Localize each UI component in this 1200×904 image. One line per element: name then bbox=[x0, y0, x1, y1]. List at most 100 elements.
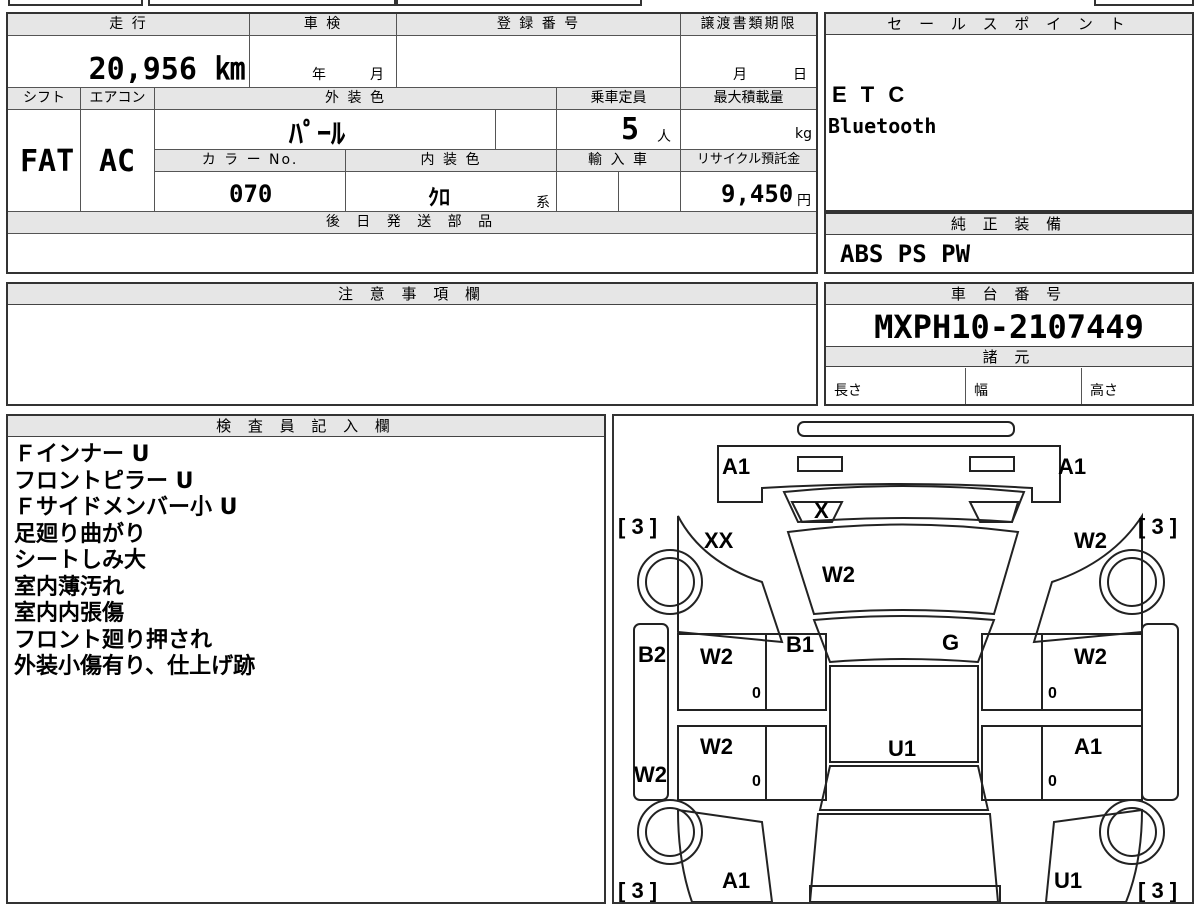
inspector-notes-box: 検 査 員 記 入 欄 Ｆインナー U フロントピラー U Ｆサイドメンバー小 … bbox=[6, 414, 606, 904]
diag-b1: B1 bbox=[786, 632, 814, 657]
transfer-day-label: 日 bbox=[793, 67, 807, 83]
shift-label: シフト bbox=[8, 88, 81, 110]
height-label: 高さ bbox=[1090, 383, 1118, 399]
interior-color-suffix: 系 bbox=[536, 195, 550, 211]
diag-x: X bbox=[814, 498, 829, 523]
interior-color-cell: ｸﾛ 系 bbox=[346, 172, 557, 212]
diag-xx: XX bbox=[704, 528, 734, 553]
dimensions-header: 諸 元 bbox=[826, 346, 1192, 367]
diag-a1-fl: A1 bbox=[722, 454, 750, 479]
inspector-note: 外装小傷有り、仕上げ跡 bbox=[14, 654, 256, 679]
interior-color-label: 内 装 色 bbox=[346, 150, 557, 172]
diag-tire-fr: [ 3 ] bbox=[1138, 514, 1177, 539]
notes-header: 注 意 事 項 欄 bbox=[8, 284, 816, 305]
top-stub bbox=[148, 0, 396, 6]
width-cell: 幅 bbox=[966, 368, 1082, 404]
mileage-cell: 20,956 ㎞ bbox=[8, 36, 250, 88]
diag-u1-roof: U1 bbox=[888, 736, 916, 761]
ac-cell: AC bbox=[81, 110, 155, 212]
sales-points-header: セ ー ル ス ポ イ ン ト bbox=[826, 14, 1192, 35]
inspection-cell: 年 月 bbox=[250, 36, 397, 88]
exterior-color-label: 外 装 色 bbox=[155, 88, 557, 110]
interior-color-value: ｸﾛ bbox=[428, 186, 451, 211]
damage-diagram-box: A1 A1 X XX W2 W2 B1 G B2 W2 W2 W2 A1 U1 … bbox=[612, 414, 1194, 904]
import-cell bbox=[557, 172, 619, 212]
capacity-cell: 5 人 bbox=[557, 110, 681, 150]
diag-b2: B2 bbox=[638, 642, 666, 667]
inspector-note: Ｆサイドメンバー小 U bbox=[14, 495, 238, 520]
diag-a1-rl: A1 bbox=[722, 868, 750, 893]
later-parts-label: 後 日 発 送 部 品 bbox=[8, 212, 816, 234]
capacity-label: 乗車定員 bbox=[557, 88, 681, 110]
diagram-labels: A1 A1 X XX W2 W2 B1 G B2 W2 W2 W2 A1 U1 … bbox=[618, 454, 1177, 902]
ac-label: エアコン bbox=[81, 88, 155, 110]
length-label: 長さ bbox=[834, 383, 862, 399]
chassis-header: 車 台 番 号 bbox=[826, 284, 1192, 305]
capacity-unit: 人 bbox=[657, 129, 671, 145]
exterior-color-value: ﾊﾟｰﾙ bbox=[289, 117, 346, 150]
inspector-note: 室内薄汚れ bbox=[14, 574, 125, 600]
diag-w2-r-door1: W2 bbox=[1074, 644, 1107, 669]
recycle-value: 9,450 bbox=[721, 180, 794, 208]
top-stub bbox=[1094, 0, 1194, 6]
diag-w2-l-door1: W2 bbox=[700, 644, 733, 669]
exterior-color-cell: ﾊﾟｰﾙ bbox=[155, 110, 496, 150]
diag-zero-r1: 0 bbox=[1048, 685, 1057, 702]
import-cell-2 bbox=[619, 172, 681, 212]
diag-zero-l2: 0 bbox=[752, 773, 761, 790]
inspector-note: 足廻り曲がり bbox=[14, 521, 147, 547]
height-cell: 高さ bbox=[1082, 368, 1192, 404]
color-number-value: 070 bbox=[229, 180, 273, 208]
max-load-cell: kg bbox=[681, 110, 816, 150]
genuine-equipment-value: ABS PS PW bbox=[840, 240, 971, 268]
registration-label: 登 録 番 号 bbox=[397, 14, 681, 36]
diag-tire-rr: [ 3 ] bbox=[1138, 878, 1177, 902]
diag-w2-l-sill: W2 bbox=[634, 762, 667, 787]
transfer-deadline-label: 譲渡書類期限 bbox=[681, 14, 816, 36]
diag-u1-rr: U1 bbox=[1054, 868, 1082, 893]
diag-zero-r2: 0 bbox=[1048, 773, 1057, 790]
inspection-label: 車 検 bbox=[250, 14, 397, 36]
diag-w2-fr-fender: W2 bbox=[1074, 528, 1107, 553]
diag-w2-l-door2: W2 bbox=[700, 734, 733, 759]
capacity-value: 5 bbox=[621, 112, 640, 147]
diag-tire-fl: [ 3 ] bbox=[618, 514, 657, 539]
exterior-color-extra-cell bbox=[496, 110, 557, 150]
inspector-notes-list: Ｆインナー U フロントピラー U Ｆサイドメンバー小 U 足廻り曲がり シート… bbox=[14, 442, 255, 681]
color-number-label: カ ラ ー No. bbox=[155, 150, 346, 172]
inspector-note: フロントピラー U bbox=[14, 468, 194, 494]
top-stub bbox=[396, 0, 642, 6]
chassis-number: MXPH10-2107449 bbox=[874, 308, 1144, 346]
inspection-year-label: 年 bbox=[312, 67, 326, 83]
recycle-cell: 9,450 円 bbox=[681, 172, 816, 212]
import-label: 輸 入 車 bbox=[557, 150, 681, 172]
vehicle-info-table: 走 行 車 検 登 録 番 号 譲渡書類期限 20,956 ㎞ 年 月 月 日 … bbox=[6, 12, 818, 274]
width-label: 幅 bbox=[974, 383, 988, 399]
mileage-label: 走 行 bbox=[8, 14, 250, 36]
inspection-month-label: 月 bbox=[370, 67, 384, 83]
ac-value: AC bbox=[99, 144, 136, 179]
diag-w2-hood: W2 bbox=[822, 562, 855, 587]
diag-tire-rl: [ 3 ] bbox=[618, 878, 657, 902]
recycle-unit: 円 bbox=[797, 193, 811, 209]
notes-box: 注 意 事 項 欄 bbox=[6, 282, 818, 406]
diag-g: G bbox=[942, 630, 959, 655]
diag-a1-r-door2: A1 bbox=[1074, 734, 1102, 759]
inspector-note: フロント廻り押され bbox=[14, 627, 213, 653]
length-cell: 長さ bbox=[826, 368, 966, 404]
load-unit: kg bbox=[795, 126, 812, 142]
genuine-equipment-box: 純 正 装 備 ABS PS PW bbox=[824, 212, 1194, 274]
genuine-equipment-header: 純 正 装 備 bbox=[826, 214, 1192, 235]
mileage-value: 20,956 ㎞ bbox=[88, 52, 245, 87]
diag-zero-l1: 0 bbox=[752, 685, 761, 702]
transfer-month-label: 月 bbox=[733, 67, 747, 83]
top-stub bbox=[8, 0, 143, 6]
transfer-cell: 月 日 bbox=[681, 36, 816, 88]
inspector-note: シートしみ大 bbox=[14, 548, 147, 573]
sales-point-2: Bluetooth bbox=[828, 114, 937, 138]
sales-point-1: E T C bbox=[832, 82, 909, 107]
sales-points-box: セ ー ル ス ポ イ ン ト E T C Bluetooth bbox=[824, 12, 1194, 212]
inspector-note: 室内内張傷 bbox=[14, 601, 125, 626]
inspector-note: Ｆインナー U bbox=[14, 442, 150, 467]
inspector-notes-header: 検 査 員 記 入 欄 bbox=[8, 416, 604, 437]
